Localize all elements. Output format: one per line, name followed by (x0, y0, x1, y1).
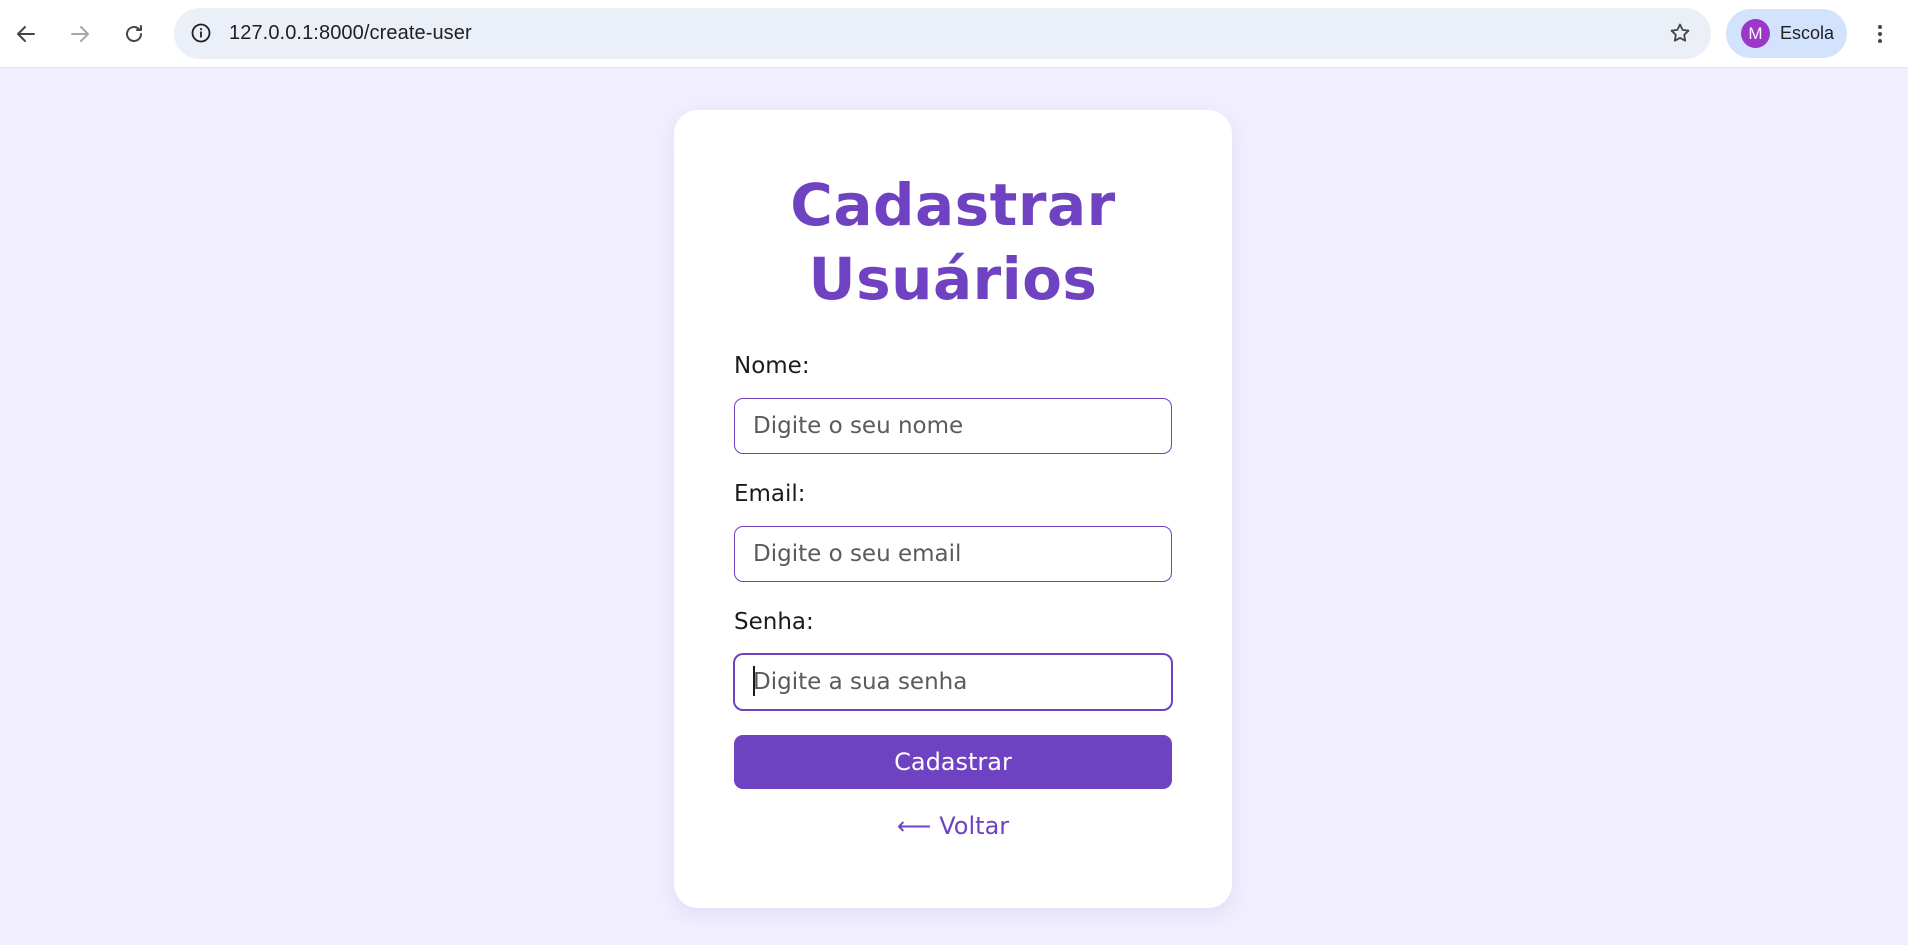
page-title: Cadastrar Usuários (674, 168, 1232, 316)
name-label: Nome: (734, 353, 810, 379)
star-icon (1670, 23, 1690, 42)
avatar: M (1741, 19, 1770, 48)
password-label: Senha: (734, 609, 814, 635)
address-bar[interactable]: 127.0.0.1:8000/create-user (174, 8, 1711, 59)
name-input[interactable] (734, 398, 1172, 454)
forward-button[interactable] (60, 14, 100, 54)
page-title-line-1: Cadastrar (790, 171, 1116, 239)
submit-button[interactable]: Cadastrar (734, 735, 1172, 789)
email-input[interactable] (734, 526, 1172, 582)
bookmark-button[interactable] (1663, 16, 1697, 50)
back-link-label: Voltar (939, 812, 1010, 840)
reload-icon (126, 25, 142, 42)
back-link-arrow-icon: ⟵ (896, 812, 932, 840)
profile-name: Escola (1780, 23, 1835, 43)
browser-toolbar: 127.0.0.1:8000/create-user M Escola (0, 0, 1908, 68)
back-arrow-icon (17, 26, 35, 42)
url-text[interactable]: 127.0.0.1:8000/create-user (229, 8, 472, 59)
text-caret (753, 666, 755, 696)
site-info-button[interactable] (184, 16, 218, 50)
back-button[interactable] (6, 14, 46, 54)
browser-menu-button[interactable] (1865, 14, 1895, 54)
page-title-line-2: Usuários (808, 245, 1098, 313)
password-input[interactable] (734, 654, 1172, 710)
profile-button[interactable]: M Escola (1726, 9, 1847, 58)
kebab-menu-icon (1878, 25, 1882, 43)
back-link[interactable]: ⟵ Voltar (674, 810, 1232, 842)
email-label: Email: (734, 481, 806, 507)
info-icon (191, 23, 211, 43)
create-user-card: Cadastrar Usuários Nome: Email: Senha: C… (674, 110, 1232, 908)
reload-button[interactable] (114, 14, 154, 54)
forward-arrow-icon (71, 26, 89, 42)
